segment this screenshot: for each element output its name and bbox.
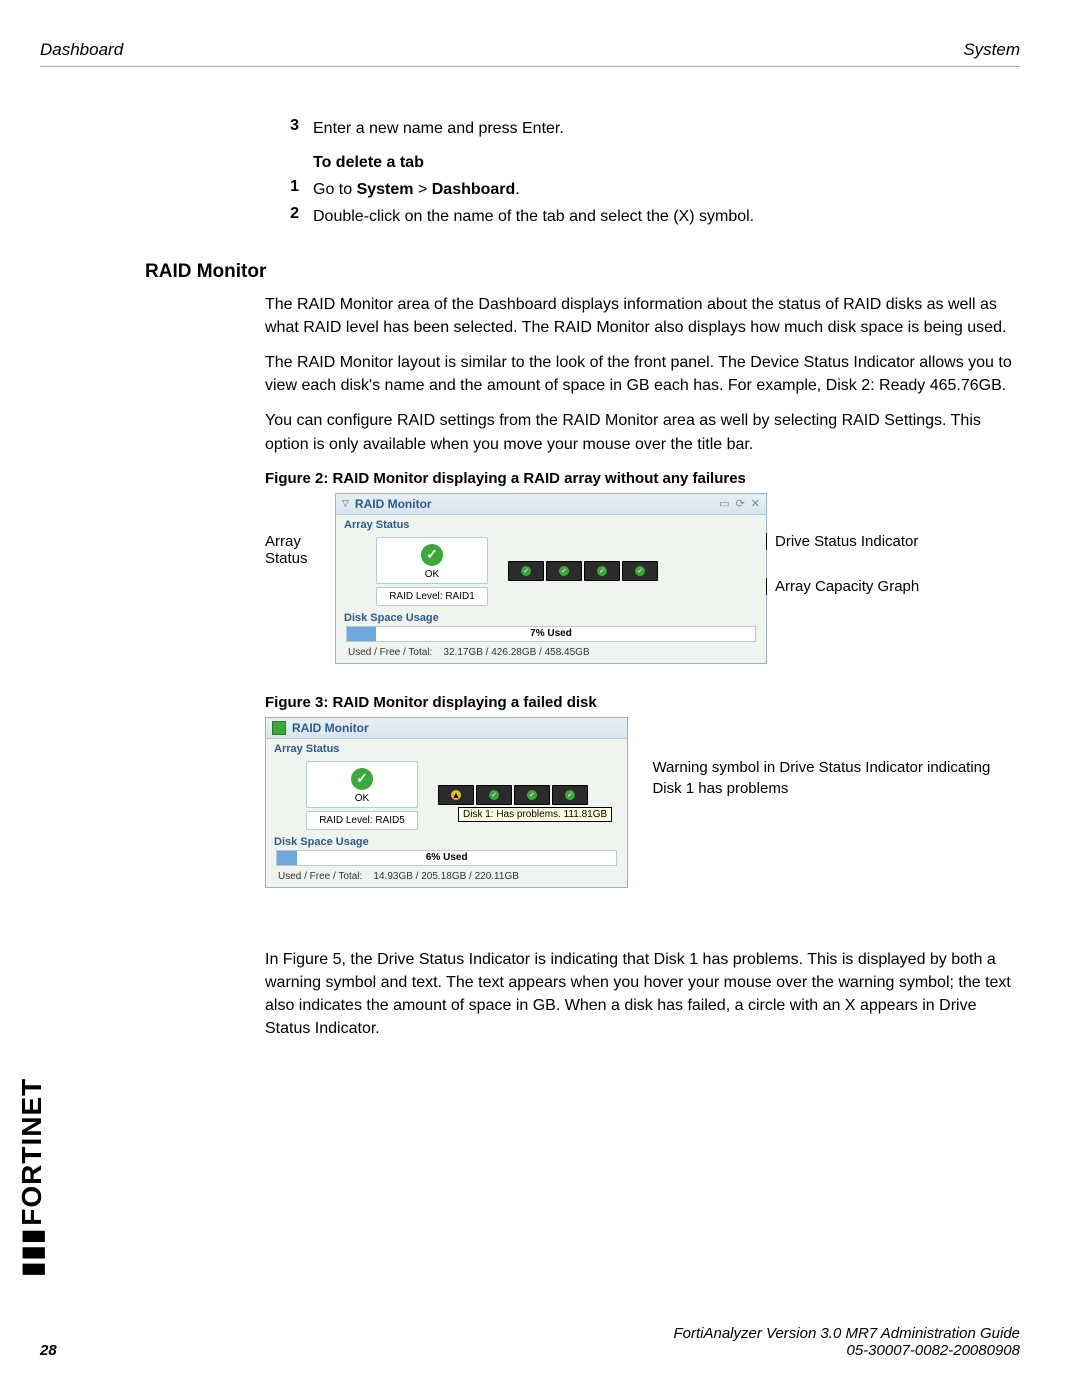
- raid-monitor-widget-failed: RAID Monitor Array Status ✓ OK RAID Leve…: [265, 717, 628, 888]
- drive-slot[interactable]: ✓: [584, 561, 620, 581]
- drive-slot[interactable]: ✓: [546, 561, 582, 581]
- callout-array-status: Array Status: [265, 493, 336, 567]
- drive-slot[interactable]: ✓: [622, 561, 658, 581]
- figure-3: RAID Monitor Array Status ✓ OK RAID Leve…: [265, 717, 1020, 888]
- array-ok-box: ✓ OK: [376, 537, 488, 584]
- widget-icon: [272, 721, 286, 735]
- page-header: Dashboard System: [40, 40, 1020, 67]
- capacity-bar: 6% Used: [276, 850, 617, 866]
- callout-warning-symbol: Warning symbol in Drive Status Indicator…: [628, 717, 1020, 799]
- para-3: You can configure RAID settings from the…: [265, 409, 1020, 455]
- delete-step-1: 1 Go to System > Dashboard.: [265, 178, 1020, 201]
- collapse-icon[interactable]: ▽: [342, 498, 349, 509]
- para-2: The RAID Monitor layout is similar to th…: [265, 351, 1020, 397]
- drive-slot[interactable]: ✓: [514, 785, 550, 805]
- ok-check-icon: ✓: [351, 768, 373, 790]
- step-3: 3 Enter a new name and press Enter.: [265, 117, 1020, 140]
- callout-drive-status: Drive Status Indicator: [766, 533, 919, 550]
- drive-slot[interactable]: ✓: [508, 561, 544, 581]
- close-icon[interactable]: ✕: [751, 497, 760, 510]
- widget-titlebar: ▽ RAID Monitor ▭ ⟳ ✕: [336, 494, 766, 515]
- disk-usage-label: Disk Space Usage: [336, 608, 766, 626]
- drive-slot-warning[interactable]: ▲: [438, 785, 474, 805]
- header-left: Dashboard: [40, 40, 123, 60]
- capacity-bar: 7% Used: [346, 626, 756, 642]
- array-status-label: Array Status: [266, 739, 627, 757]
- figure-2: Array Status ▽ RAID Monitor ▭ ⟳ ✕ Array …: [265, 493, 1020, 664]
- drive-slot[interactable]: ✓: [476, 785, 512, 805]
- header-right: System: [963, 40, 1020, 60]
- disk-usage-label: Disk Space Usage: [266, 832, 627, 850]
- figure3-caption: Figure 3: RAID Monitor displaying a fail…: [265, 694, 1020, 711]
- page-number: 28: [40, 1342, 57, 1359]
- callout-capacity-graph: Array Capacity Graph: [766, 578, 919, 595]
- drive-status-indicator: ✓ ✓ ✓ ✓: [508, 561, 658, 581]
- para-4: In Figure 5, the Drive Status Indicator …: [265, 948, 1020, 1041]
- figure2-caption: Figure 2: RAID Monitor displaying a RAID…: [265, 470, 1020, 487]
- refresh-icon[interactable]: ⟳: [736, 497, 745, 510]
- delete-step-2: 2 Double-click on the name of the tab an…: [265, 205, 1020, 228]
- drive-slot[interactable]: ✓: [552, 785, 588, 805]
- brand-logo: ▮▮▮ FORTINET: [15, 1078, 48, 1277]
- array-status-label: Array Status: [336, 515, 766, 533]
- edit-icon[interactable]: ▭: [719, 497, 729, 510]
- ok-check-icon: ✓: [421, 544, 443, 566]
- raid-level: RAID Level: RAID1: [376, 587, 488, 606]
- page-footer: 28 FortiAnalyzer Version 3.0 MR7 Adminis…: [40, 1325, 1020, 1359]
- raid-monitor-widget: ▽ RAID Monitor ▭ ⟳ ✕ Array Status ✓ OK: [335, 493, 767, 664]
- usage-totals: Used / Free / Total: 14.93GB / 205.18GB …: [266, 868, 627, 887]
- raid-monitor-heading: RAID Monitor: [145, 261, 1020, 283]
- para-1: The RAID Monitor area of the Dashboard d…: [265, 293, 1020, 339]
- brand-bars-icon: ▮▮▮: [15, 1228, 48, 1277]
- array-ok-box: ✓ OK: [306, 761, 418, 808]
- widget-titlebar: RAID Monitor: [266, 718, 627, 739]
- delete-tab-heading: To delete a tab: [313, 154, 1020, 172]
- raid-level: RAID Level: RAID5: [306, 811, 418, 830]
- usage-totals: Used / Free / Total: 32.17GB / 426.28GB …: [336, 644, 766, 663]
- drive-status-indicator: ▲ ✓ ✓ ✓ Disk 1: Has problems. 111.81GB: [438, 785, 588, 805]
- drive-tooltip: Disk 1: Has problems. 111.81GB: [458, 807, 612, 822]
